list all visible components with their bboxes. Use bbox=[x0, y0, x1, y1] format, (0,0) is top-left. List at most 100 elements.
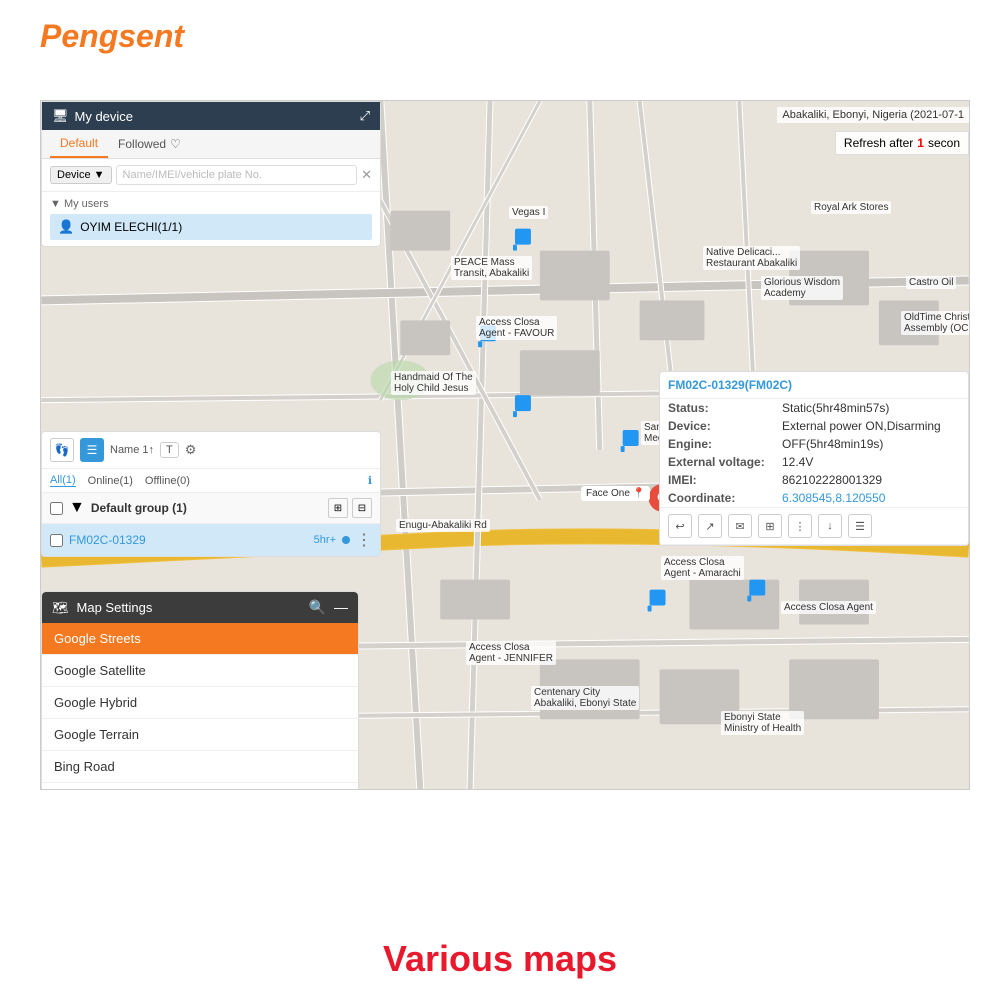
status-value: Static(5hr48min57s) bbox=[782, 401, 889, 415]
engine-label: Engine: bbox=[668, 437, 778, 451]
map-label-centenary: Centenary CityAbakaliki, Ebonyi State bbox=[531, 686, 639, 710]
map-option-google-streets[interactable]: Google Streets bbox=[42, 623, 358, 655]
grid-icon[interactable]: ⊞ bbox=[328, 498, 348, 518]
device-label: Device: bbox=[668, 419, 778, 433]
map-label-access-jennifer: Access ClosaAgent - JENNIFER bbox=[466, 641, 556, 665]
refresh-text-before: Refresh after bbox=[844, 136, 913, 150]
tab-followed[interactable]: Followed ♡ bbox=[108, 130, 191, 158]
device-time: 5hr+ bbox=[314, 534, 336, 546]
user-row[interactable]: 👤 OYIM ELECHI(1/1) bbox=[50, 214, 372, 240]
grid-action-icon[interactable]: ⊞ bbox=[758, 514, 782, 538]
map-settings-header-icons: 🔍 — bbox=[309, 599, 348, 616]
device-row[interactable]: FM02C-01329 5hr+ ⋮ bbox=[42, 524, 380, 556]
map-label-access-agent: Access Closa Agent bbox=[781, 601, 876, 614]
minus-icon[interactable]: — bbox=[334, 599, 348, 616]
coordinate-label: Coordinate: bbox=[668, 491, 778, 505]
chevron-down-icon: ▼ bbox=[94, 169, 105, 181]
map-label-peace: PEACE MassTransit, Abakaliki bbox=[451, 256, 532, 280]
footprint-icon[interactable]: 👣 bbox=[50, 438, 74, 462]
map-option-google-satellite[interactable]: Google Satellite bbox=[42, 655, 358, 687]
my-device-header-left: 🖥 My device bbox=[52, 108, 133, 124]
device-search-row: Device ▼ Name/IMEI/vehicle plate No. ✕ bbox=[42, 159, 380, 192]
download-icon[interactable]: ↓ bbox=[818, 514, 842, 538]
various-maps-text: Various maps bbox=[383, 938, 617, 979]
device-info-row-coordinate: Coordinate: 6.308545,8.120550 bbox=[660, 489, 968, 507]
device-info-row-imei: IMEI: 862102228001329 bbox=[660, 471, 968, 489]
map-label-glorious: Glorious WisdomAcademy bbox=[761, 276, 843, 300]
dropdown-label: Device bbox=[57, 169, 91, 181]
device-info-row-voltage: External voltage: 12.4V bbox=[660, 453, 968, 471]
device-info-title-link[interactable]: FM02C-01329(FM02C) bbox=[668, 378, 792, 392]
map-label-ebonyi-health: Ebonyi StateMinistry of Health bbox=[721, 711, 804, 735]
map-settings-header: 🗺 Map Settings 🔍 — bbox=[42, 592, 358, 623]
map-label-handmaid: Handmaid Of TheHoly Child Jesus bbox=[391, 371, 476, 395]
search-icon[interactable]: 🔍 bbox=[309, 599, 326, 616]
filter-row: All(1) Online(1) Offline(0) ℹ bbox=[42, 469, 380, 493]
device-value: External power ON,Disarming bbox=[782, 419, 941, 433]
my-users-label: ▼ My users bbox=[50, 198, 372, 210]
map-label-face-one: Face One 📍 bbox=[581, 486, 650, 501]
map-label-royal-ark: Royal Ark Stores bbox=[811, 201, 891, 214]
device-dropdown[interactable]: Device ▼ bbox=[50, 166, 112, 184]
my-device-panel: 🖥 My device ⤢ Default Followed ♡ Device … bbox=[41, 101, 381, 247]
device-info-row-engine: Engine: OFF(5hr48min19s) bbox=[660, 435, 968, 453]
map-label-oldtime: OldTime Christian FaithAssembly (OCFA bbox=[901, 311, 970, 335]
group-checkbox[interactable] bbox=[50, 502, 63, 515]
status-label: Status: bbox=[668, 401, 778, 415]
map-option-bing-road[interactable]: Bing Road bbox=[42, 751, 358, 783]
monitor-icon: 🖥 bbox=[52, 108, 69, 124]
navigate-icon[interactable]: ↗ bbox=[698, 514, 722, 538]
map-option-bing-aerial[interactable]: Bing Aerial bbox=[42, 783, 358, 790]
message-icon[interactable]: ✉ bbox=[728, 514, 752, 538]
device-search-input[interactable]: Name/IMEI/vehicle plate No. bbox=[116, 165, 358, 185]
my-device-header: 🖥 My device ⤢ bbox=[42, 102, 380, 130]
map-option-google-terrain[interactable]: Google Terrain bbox=[42, 719, 358, 751]
share-icon[interactable]: ⋮ bbox=[788, 514, 812, 538]
imei-label: IMEI: bbox=[668, 473, 778, 487]
engine-value: OFF(5hr48min19s) bbox=[782, 437, 883, 451]
t-button[interactable]: T bbox=[160, 442, 179, 458]
device-info-popup: FM02C-01329(FM02C) Status: Static(5hr48m… bbox=[659, 371, 969, 546]
tab-default[interactable]: Default bbox=[50, 130, 108, 158]
list-action-icon[interactable]: ☰ bbox=[848, 514, 872, 538]
heart-icon: ♡ bbox=[170, 137, 181, 151]
group-row: ▼ Default group (1) ⊞ ⊟ bbox=[42, 493, 380, 524]
map-settings-panel: 🗺 Map Settings 🔍 — Google Streets Google… bbox=[41, 591, 359, 790]
map-label-access-amarachi: Access ClosaAgent - Amarachi bbox=[661, 556, 744, 580]
close-icon[interactable]: ✕ bbox=[361, 167, 372, 183]
map-settings-title: Map Settings bbox=[77, 600, 153, 615]
resize-icon[interactable]: ⤢ bbox=[360, 108, 370, 124]
imei-value: 862102228001329 bbox=[782, 473, 882, 487]
device-list-toolbar: 👣 ☰ Name 1↑ T ⚙ bbox=[42, 432, 380, 469]
more-icon[interactable]: ⋮ bbox=[356, 530, 372, 550]
refresh-bar: Refresh after 1 secon bbox=[835, 131, 969, 155]
device-status-dot bbox=[342, 536, 350, 544]
device-info-row-status: Status: Static(5hr48min57s) bbox=[660, 399, 968, 417]
user-icon: 👤 bbox=[58, 219, 74, 235]
refresh-text-after: secon bbox=[928, 136, 960, 150]
filter-offline[interactable]: Offline(0) bbox=[145, 475, 190, 487]
history-icon[interactable]: ↩ bbox=[668, 514, 692, 538]
list-icon[interactable]: ☰ bbox=[80, 438, 104, 462]
my-users-section: ▼ My users 👤 OYIM ELECHI(1/1) bbox=[42, 192, 380, 246]
refresh-number: 1 bbox=[917, 136, 924, 150]
info-icon: ℹ bbox=[368, 474, 372, 487]
gear-icon[interactable]: ⚙ bbox=[185, 442, 197, 458]
map-settings-header-left: 🗺 Map Settings bbox=[52, 600, 152, 616]
columns-icon[interactable]: ⊟ bbox=[352, 498, 372, 518]
device-tabs: Default Followed ♡ bbox=[42, 130, 380, 159]
filter-all[interactable]: All(1) bbox=[50, 474, 76, 487]
map-option-google-hybrid[interactable]: Google Hybrid bbox=[42, 687, 358, 719]
map-label-vegas: Vegas I bbox=[509, 206, 548, 219]
coordinate-value[interactable]: 6.308545,8.120550 bbox=[782, 491, 885, 505]
voltage-label: External voltage: bbox=[668, 455, 778, 469]
device-checkbox[interactable] bbox=[50, 534, 63, 547]
logo: Pengsent bbox=[40, 18, 184, 55]
arrow-icon: ▼ bbox=[50, 198, 61, 210]
map-label-enugu-road: Enugu-Abakaliki Rd bbox=[396, 519, 490, 532]
my-device-title: My device bbox=[75, 109, 134, 124]
name-sort-label: Name 1↑ bbox=[110, 444, 154, 456]
device-name: FM02C-01329 bbox=[69, 533, 308, 547]
filter-online[interactable]: Online(1) bbox=[88, 475, 133, 487]
device-info-actions: ↩ ↗ ✉ ⊞ ⋮ ↓ ☰ bbox=[660, 507, 968, 545]
